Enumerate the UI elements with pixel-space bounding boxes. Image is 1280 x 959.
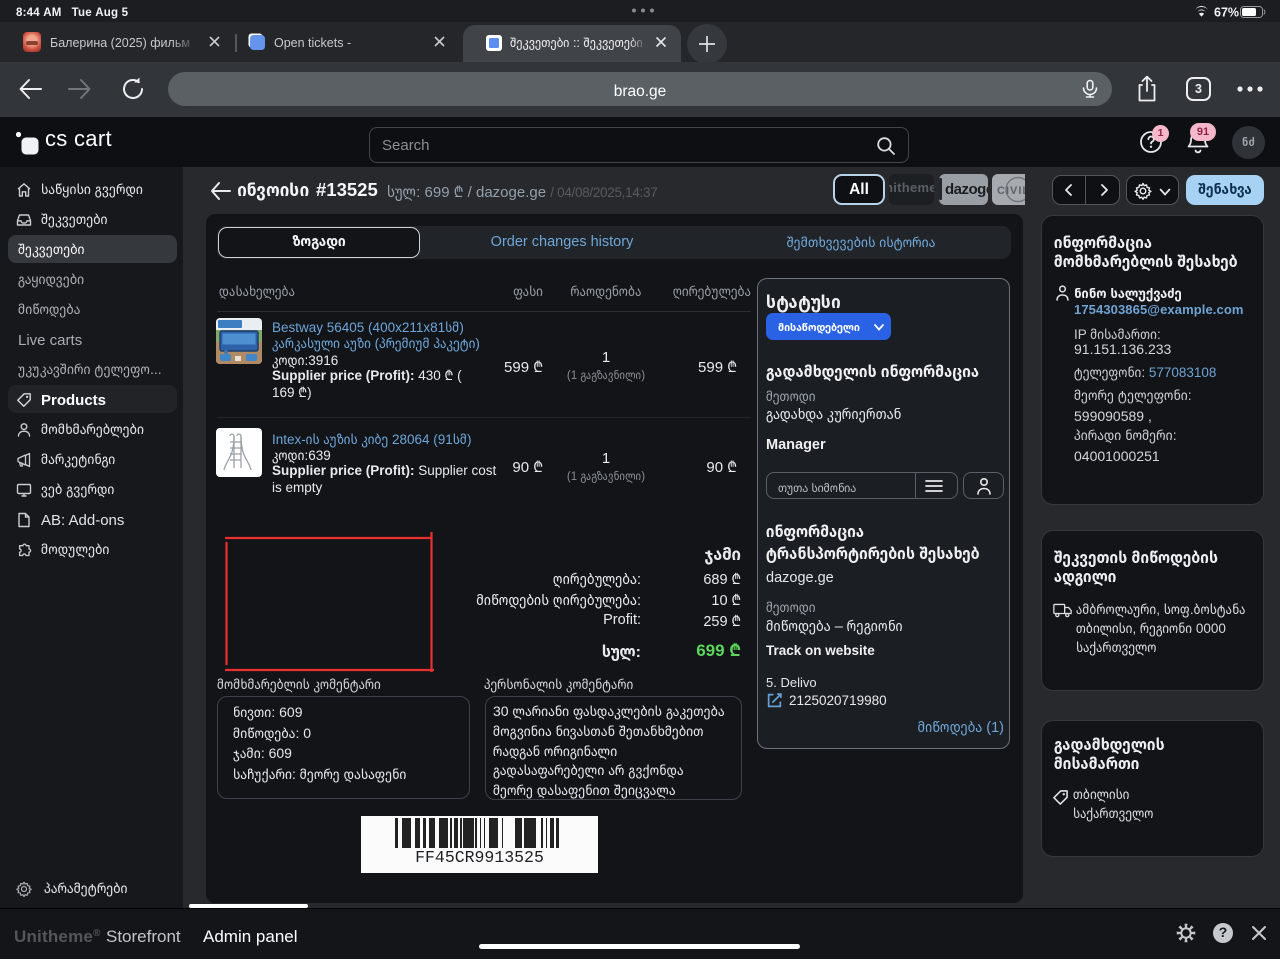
svg-text:67%: 67% [1214,6,1239,20]
